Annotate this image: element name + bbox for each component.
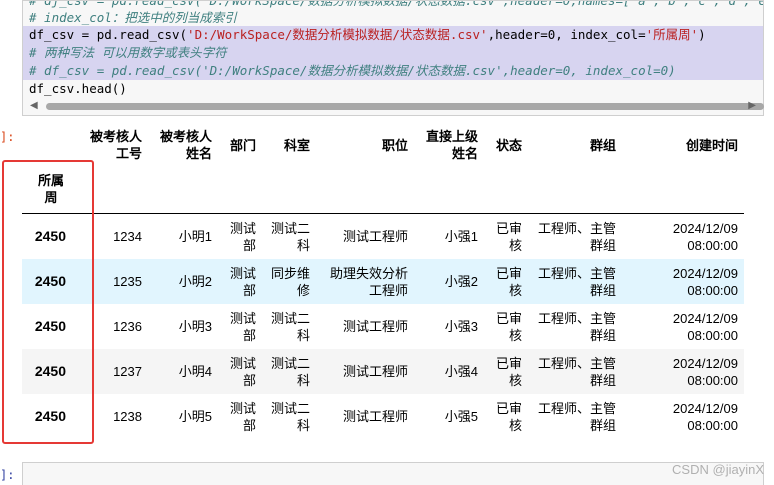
code-line-head: df_csv.head() [29, 81, 127, 96]
scrollbar-thumb[interactable] [46, 103, 764, 110]
table-cell: 已审核 [495, 400, 522, 433]
code-token: df_csv = pd.read_csv( [29, 27, 188, 42]
output-prompt: ]: [0, 130, 15, 144]
table-cell: 测试二科 [270, 355, 310, 388]
column-header: 职位 [381, 137, 408, 153]
table-cell: 2024/12/09 08:00:00 [672, 310, 738, 343]
table-cell: 测试工程师 [342, 409, 408, 424]
table-cell: 同步维修 [270, 265, 310, 298]
code-token: ,header=0, index_col= [487, 27, 646, 42]
table-cell: 测试二科 [270, 220, 310, 253]
table-cell: 测试部 [229, 310, 256, 343]
table-cell: 小强2 [444, 274, 478, 289]
column-header: 直接上级姓名 [425, 129, 478, 161]
table-cell: 小强4 [444, 364, 478, 379]
table-cell: 1238 [113, 409, 142, 424]
next-input-prompt: ]: [0, 468, 15, 482]
table-cell: 1236 [113, 319, 142, 334]
scroll-left-icon[interactable]: ◀ [30, 100, 38, 111]
table-cell: 小明1 [178, 229, 212, 244]
column-header: 被考核人姓名 [159, 129, 212, 161]
table-cell: 测试工程师 [342, 319, 408, 334]
table-cell: 工程师、主管群组 [537, 355, 616, 388]
table-cell: 小强5 [444, 409, 478, 424]
code-line-comment-two-ways: # 两种写法 可以用数字或表头字符 [23, 44, 763, 62]
column-header: 创建时间 [685, 137, 738, 153]
table-cell: 1235 [113, 274, 142, 289]
table-cell: 工程师、主管群组 [537, 220, 616, 253]
table-cell: 已审核 [495, 310, 522, 343]
next-code-cell[interactable] [22, 462, 764, 485]
horizontal-scrollbar[interactable]: ◀ ▶ [22, 98, 764, 114]
index-column-highlight-box [2, 160, 94, 444]
jupyter-notebook: # dj_csv = pd.read_csv('D:/WorkSpace/数据分… [0, 0, 774, 485]
table-cell: 测试部 [229, 400, 256, 433]
table-cell: 小强3 [444, 319, 478, 334]
table-cell: 小明5 [178, 409, 212, 424]
table-cell: 已审核 [495, 355, 522, 388]
table-cell: 2024/12/09 08:00:00 [672, 400, 738, 433]
table-cell: 已审核 [495, 220, 522, 253]
table-cell: 1237 [113, 364, 142, 379]
table-cell: 工程师、主管群组 [537, 265, 616, 298]
table-cell: 测试工程师 [342, 229, 408, 244]
table-cell: 2024/12/09 08:00:00 [672, 265, 738, 298]
table-cell: 小明3 [178, 319, 212, 334]
code-line-comment-index-col: # index_col：把选中的列当成索引 [29, 10, 237, 25]
column-header: 部门 [229, 137, 256, 153]
table-cell: 测试部 [229, 220, 256, 253]
column-header: 被考核人工号 [89, 129, 142, 161]
code-line-read-csv: df_csv = pd.read_csv('D:/WorkSpace/数据分析模… [23, 26, 763, 44]
table-cell: 小强1 [444, 229, 478, 244]
code-token: ) [698, 27, 706, 42]
table-cell: 助理失效分析工程师 [329, 265, 408, 298]
watermark: CSDN @jiayinX [672, 462, 764, 477]
table-cell: 测试部 [229, 265, 256, 298]
table-cell: 测试二科 [270, 400, 310, 433]
column-header: 科室 [283, 137, 310, 153]
table-cell: 工程师、主管群组 [537, 310, 616, 343]
column-header: 状态 [495, 137, 522, 153]
table-cell: 2024/12/09 08:00:00 [672, 220, 738, 253]
table-cell: 1234 [113, 229, 142, 244]
code-string-index-col: '所属周' [645, 27, 699, 42]
table-cell: 测试二科 [270, 310, 310, 343]
table-cell: 工程师、主管群组 [537, 400, 616, 433]
scroll-right-icon[interactable]: ▶ [748, 100, 756, 111]
table-cell: 小明2 [178, 274, 212, 289]
table-cell: 测试部 [229, 355, 256, 388]
table-cell: 已审核 [495, 265, 522, 298]
code-string-path: 'D:/WorkSpace/数据分析模拟数据/状态数据.csv' [187, 27, 488, 42]
column-header: 群组 [589, 137, 616, 153]
table-cell: 小明4 [178, 364, 212, 379]
table-cell: 测试工程师 [342, 364, 408, 379]
table-cell: 2024/12/09 08:00:00 [672, 355, 738, 388]
code-line-comment-alt: # df_csv = pd.read_csv('D:/WorkSpace/数据分… [23, 62, 763, 80]
